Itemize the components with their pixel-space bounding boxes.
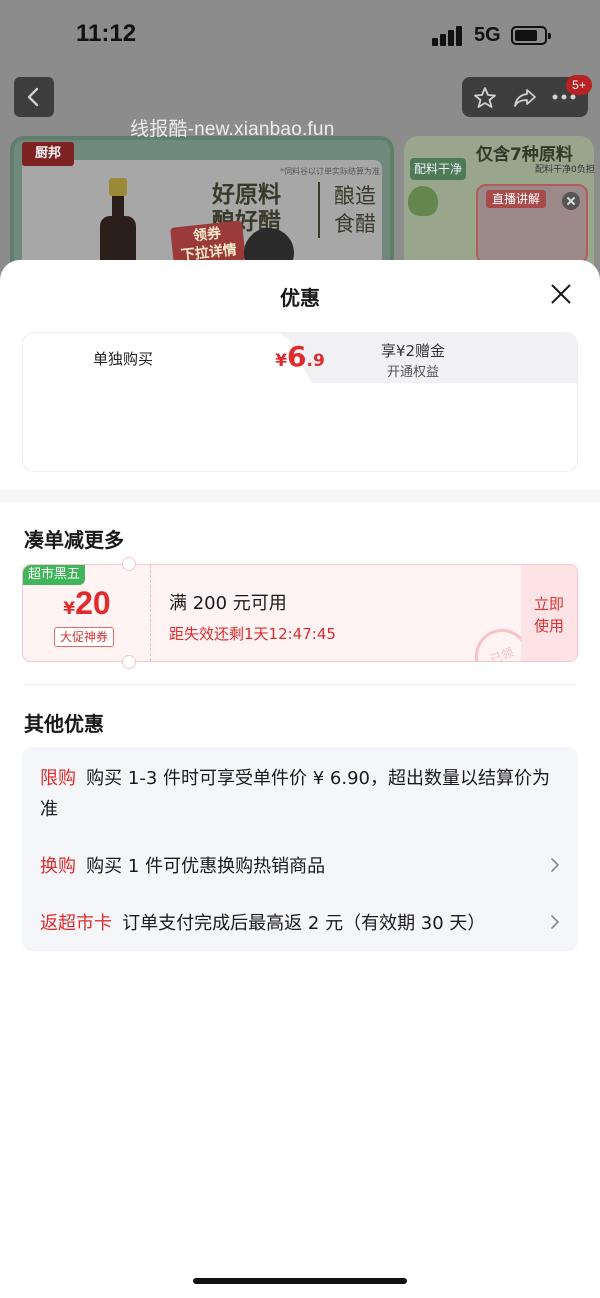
coupon-currency: ¥ xyxy=(63,599,76,619)
tab-single-label: 单独购买 xyxy=(92,350,153,368)
price-decimal: .9 xyxy=(306,351,325,371)
coupon-card[interactable]: 超市黑五 ¥20 大促神券 满 200 元可用 距失效还剩1天12:47:45 … xyxy=(22,564,578,662)
price-currency: ¥ xyxy=(275,351,288,371)
chevron-right-icon xyxy=(551,915,559,929)
message-badge: 5+ xyxy=(566,75,592,95)
background-page: 厨邦 *饲料谷以订单实际结算为准 好原料 酿好醋 酿造 食醋 领券 下拉详情 配… xyxy=(0,0,600,300)
coupon-amount: ¥20 xyxy=(23,585,151,622)
other-discounts-panel: 限购 购买 1-3 件时可享受单件价 ¥ 6.90，超出数量以结算价为准 换购 … xyxy=(22,747,578,951)
secondary-banner-subtitle: 配料干净0负担 xyxy=(535,165,595,175)
coupon-notch-bottom xyxy=(122,655,136,669)
network-label: 5G xyxy=(474,24,501,46)
back-button[interactable] xyxy=(14,77,54,117)
coupon-event-tag: 超市黑五 xyxy=(23,565,86,585)
share-icon[interactable] xyxy=(512,86,538,110)
discount-item-exchange[interactable]: 换购 购买 1 件可优惠换购热销商品 xyxy=(40,851,562,882)
other-section-title: 其他优惠 xyxy=(24,712,104,736)
coupon-amount-number: 20 xyxy=(75,585,111,621)
coupon-type-badge: 大促神券 xyxy=(54,627,115,647)
watermark-text: 线报酷-new.xianbao.fun xyxy=(130,119,335,140)
discount-item-tag: 返超市卡 xyxy=(40,913,112,934)
star-icon[interactable] xyxy=(473,86,497,110)
discount-item-text: 购买 1-3 件时可享受单件价 ¥ 6.90，超出数量以结算价为准 xyxy=(40,768,550,820)
discount-item-cashback[interactable]: 返超市卡 订单支付完成后最高返 2 元（有效期 30 天） xyxy=(40,908,562,939)
discount-item-text: 订单支付完成后最高返 2 元（有效期 30 天） xyxy=(122,913,486,934)
secondary-banner-badge: 配料干净 xyxy=(410,158,466,180)
use-now-button[interactable]: 立即 使用 xyxy=(521,565,577,661)
brand-logo: 厨邦 xyxy=(22,142,74,166)
live-stream-label: 直播讲解 xyxy=(486,190,547,208)
chevron-right-icon xyxy=(551,858,559,872)
shield-icon xyxy=(408,186,438,216)
bottle-neck xyxy=(112,196,124,216)
chevron-left-icon xyxy=(27,87,39,107)
home-indicator[interactable] xyxy=(193,1278,407,1284)
coupon-countdown: 距失效还剩1天12:47:45 xyxy=(169,625,336,643)
live-close-icon[interactable] xyxy=(562,192,580,210)
price-integer: 6 xyxy=(287,340,307,373)
coupon-notch-top xyxy=(122,557,136,571)
discount-item-text: 购买 1 件可优惠换购热销商品 xyxy=(86,856,326,877)
banner-subtitle: 酿造 食醋 xyxy=(318,182,376,238)
sheet-title: 优惠 xyxy=(280,286,320,310)
coupon-value-area: 超市黑五 ¥20 大促神券 xyxy=(23,565,151,661)
status-bar: 11:12 5G xyxy=(0,0,600,70)
bottle-cap xyxy=(109,178,127,196)
section-divider xyxy=(0,490,600,502)
status-time: 11:12 xyxy=(76,20,137,47)
battery-icon xyxy=(511,26,551,45)
coupon-condition: 满 200 元可用 xyxy=(169,593,287,614)
discount-item-tag: 限购 xyxy=(40,768,76,789)
discount-sheet: 优惠 单独购买 享¥2赠金 开通权益 ¥6.9 凑单减更多 超市黑五 ¥20 大… xyxy=(0,260,600,1298)
coupon-section-title: 凑单减更多 xyxy=(24,528,124,552)
signal-icon xyxy=(432,26,464,46)
divider xyxy=(24,684,576,685)
discount-item-tag: 换购 xyxy=(40,856,76,877)
banner-note: *饲料谷以订单实际结算为准 xyxy=(280,167,380,176)
close-icon[interactable] xyxy=(549,282,573,306)
more-icon[interactable] xyxy=(552,94,576,100)
discount-item-limit: 限购 购买 1-3 件时可享受单件价 ¥ 6.90，超出数量以结算价为准 xyxy=(40,763,562,825)
